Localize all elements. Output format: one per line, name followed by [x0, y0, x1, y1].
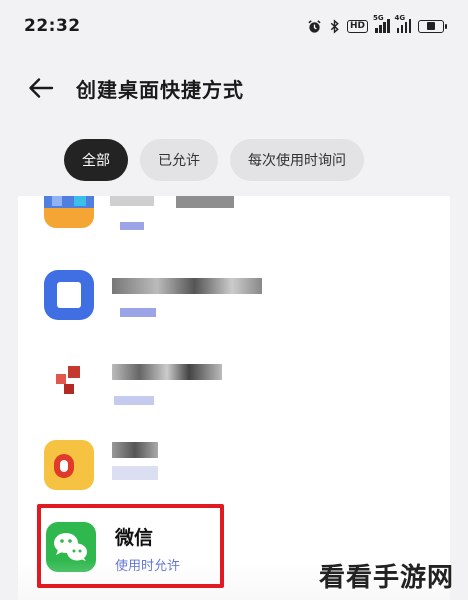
filter-all[interactable]: 全部	[64, 139, 128, 181]
battery-level	[427, 22, 435, 30]
blurred-app-status	[114, 396, 154, 405]
back-arrow-icon	[29, 78, 54, 98]
page-header: 创建桌面快捷方式	[0, 62, 468, 114]
blurred-app-name	[112, 364, 222, 380]
blurred-app-name	[110, 196, 154, 206]
app-permission-status: 使用时允许	[115, 559, 181, 574]
blurred-app-icon	[44, 196, 94, 228]
wechat-icon	[46, 522, 96, 572]
5g-signal-icon: 5G	[373, 14, 390, 33]
status-icons: HD 5G 4G	[307, 14, 447, 34]
back-button[interactable]	[24, 71, 58, 105]
filter-tabs: 全部 已允许 每次使用时询问	[64, 139, 364, 181]
status-bar: 22:32 HD 5G 4G	[0, 0, 468, 52]
blurred-app-status	[120, 222, 144, 230]
blurred-app-status	[112, 466, 158, 480]
blurred-app-icon	[44, 356, 94, 406]
watermark: 看看手游网	[318, 563, 454, 593]
filter-allowed[interactable]: 已允许	[140, 139, 218, 181]
filter-ask-every-time[interactable]: 每次使用时询问	[230, 139, 364, 181]
status-time: 22:32	[24, 16, 81, 36]
app-name-wechat: 微信	[115, 527, 154, 549]
bluetooth-icon	[329, 18, 340, 34]
blurred-app-name	[112, 278, 262, 294]
blurred-app-name	[112, 442, 158, 458]
alarm-icon	[307, 19, 322, 34]
list-item[interactable]	[18, 342, 450, 428]
blurred-app-icon	[44, 270, 94, 320]
list-item[interactable]	[18, 196, 450, 252]
blurred-app-status	[120, 308, 156, 317]
signal-5g-label: 5G	[373, 14, 384, 22]
app-list: 微信 使用时允许	[18, 196, 450, 600]
blurred-app-name	[176, 196, 234, 208]
hd-icon: HD	[346, 19, 368, 33]
battery-icon	[418, 19, 447, 33]
blurred-app-icon	[44, 440, 94, 490]
list-item[interactable]	[18, 428, 450, 514]
page-title: 创建桌面快捷方式	[76, 77, 244, 102]
list-item[interactable]	[18, 256, 450, 342]
signal-4g-label: 4G	[394, 14, 406, 22]
4g-signal-icon: 4G	[395, 14, 411, 33]
